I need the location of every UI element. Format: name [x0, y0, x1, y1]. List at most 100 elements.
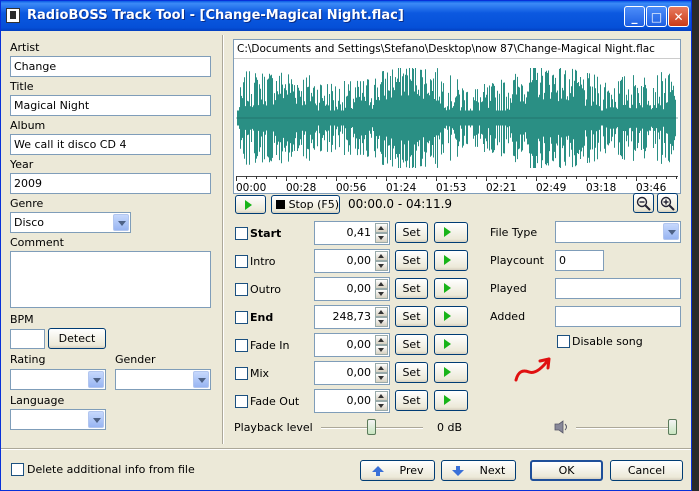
time-tick-label: 02:49 [536, 182, 566, 192]
marker-value-field[interactable]: 0,00 [314, 277, 390, 301]
zoom-out-button[interactable] [633, 193, 654, 213]
marker-checkbox[interactable] [235, 311, 248, 324]
set-button[interactable]: Set [395, 306, 428, 327]
spin-up-icon[interactable] [375, 307, 388, 317]
marker-checkbox[interactable] [235, 255, 248, 268]
marker-value: 0,00 [346, 366, 372, 379]
marker-value-field[interactable]: 0,41 [314, 221, 390, 245]
marker-label: End [250, 311, 274, 324]
spin-down-icon[interactable] [375, 373, 388, 383]
spin-down-icon[interactable] [375, 261, 388, 271]
spin-down-icon[interactable] [375, 317, 388, 327]
marker-checkbox[interactable] [235, 367, 248, 380]
set-button[interactable]: Set [395, 390, 428, 411]
volume-slider[interactable] [668, 419, 677, 435]
spin-up-icon[interactable] [375, 223, 388, 233]
play-marker-button[interactable] [434, 362, 468, 383]
disable-song-label: Disable song [572, 335, 643, 348]
close-button[interactable]: ✕ [668, 6, 689, 27]
minimize-button[interactable]: _ [624, 6, 645, 27]
set-button[interactable]: Set [395, 362, 428, 383]
next-button[interactable]: Next [441, 460, 516, 481]
spin-up-icon[interactable] [375, 279, 388, 289]
marker-spinner[interactable] [375, 363, 388, 383]
spin-up-icon[interactable] [375, 251, 388, 261]
chevron-down-icon[interactable] [193, 371, 209, 388]
marker-value-field[interactable]: 0,00 [314, 361, 390, 385]
album-field[interactable]: We call it disco CD 4 [10, 134, 211, 155]
chevron-down-icon[interactable] [113, 214, 129, 231]
time-tick-label: 00:28 [286, 182, 316, 192]
marker-value-field[interactable]: 0,00 [314, 249, 390, 273]
chevron-down-icon[interactable] [663, 223, 679, 240]
rating-select[interactable] [10, 369, 106, 390]
chevron-down-icon[interactable] [88, 371, 104, 388]
file-type-label: File Type [490, 226, 538, 239]
marker-checkbox[interactable] [235, 227, 248, 240]
marker-value-field[interactable]: 0,00 [314, 389, 390, 413]
spin-down-icon[interactable] [375, 345, 388, 355]
detect-button[interactable]: Detect [48, 328, 106, 349]
maximize-button[interactable]: □ [646, 6, 667, 27]
marker-spinner[interactable] [375, 223, 388, 243]
cancel-button[interactable]: Cancel [610, 460, 683, 481]
genre-select[interactable]: Disco [10, 212, 131, 233]
marker-checkbox[interactable] [235, 283, 248, 296]
title-field[interactable]: Magical Night [10, 95, 211, 116]
playback-level-slider[interactable] [367, 419, 376, 435]
set-button[interactable]: Set [395, 222, 428, 243]
play-marker-button[interactable] [434, 334, 468, 355]
playcount-field[interactable]: 0 [555, 250, 604, 271]
play-marker-button[interactable] [434, 306, 468, 327]
play-marker-button[interactable] [434, 250, 468, 271]
file-type-select[interactable] [555, 221, 681, 243]
marker-spinner[interactable] [375, 307, 388, 327]
spin-up-icon[interactable] [375, 363, 388, 373]
time-tick-label: 03:46 [636, 182, 667, 192]
marker-label: Intro [250, 255, 276, 268]
prev-button[interactable]: Prev [360, 460, 435, 481]
stop-button[interactable]: Stop (F5) [271, 195, 340, 214]
marker-value-field[interactable]: 248,73 [314, 305, 390, 329]
spin-down-icon[interactable] [375, 401, 388, 411]
gender-select[interactable] [115, 369, 211, 390]
added-field[interactable] [555, 306, 681, 327]
play-marker-button[interactable] [434, 278, 468, 299]
marker-spinner[interactable] [375, 251, 388, 271]
play-marker-button[interactable] [434, 390, 468, 411]
next-label: Next [479, 464, 506, 477]
spin-up-icon[interactable] [375, 335, 388, 345]
waveform-graph[interactable]: 00:00 00:28 00:56 01:24 01:53 02:21 02:49 03:18… [236, 60, 678, 192]
marker-value-field[interactable]: 0,00 [314, 333, 390, 357]
marker-checkbox[interactable] [235, 395, 248, 408]
language-select[interactable] [10, 409, 106, 430]
spin-up-icon[interactable] [375, 391, 388, 401]
set-button[interactable]: Set [395, 278, 428, 299]
window-title: RadioBOSS Track Tool - [Change-Magical N… [27, 8, 404, 23]
path-divider [234, 58, 680, 59]
delete-info-checkbox[interactable] [11, 463, 24, 476]
marker-spinner[interactable] [375, 391, 388, 411]
spin-down-icon[interactable] [375, 289, 388, 299]
play-button[interactable] [235, 195, 266, 214]
zoom-in-button[interactable] [657, 193, 678, 213]
ok-button[interactable]: OK [530, 460, 603, 481]
marker-label: Start [250, 227, 282, 240]
artist-field[interactable]: Change [10, 56, 211, 77]
chevron-down-icon[interactable] [88, 411, 104, 428]
set-button[interactable]: Set [395, 250, 428, 271]
comment-field[interactable] [10, 251, 211, 308]
marker-row: Fade In 0,00 Set [233, 333, 473, 359]
marker-checkbox[interactable] [235, 339, 248, 352]
marker-spinner[interactable] [375, 335, 388, 355]
played-field[interactable] [555, 278, 681, 299]
spin-down-icon[interactable] [375, 233, 388, 243]
disable-song-checkbox[interactable] [557, 335, 570, 348]
play-marker-button[interactable] [434, 222, 468, 243]
marker-spinner[interactable] [375, 279, 388, 299]
set-button[interactable]: Set [395, 334, 428, 355]
marker-row: End 248,73 Set [233, 305, 473, 331]
year-field[interactable]: 2009 [10, 173, 211, 194]
bpm-field[interactable] [10, 329, 45, 349]
stop-label: Stop (F5) [288, 198, 339, 211]
